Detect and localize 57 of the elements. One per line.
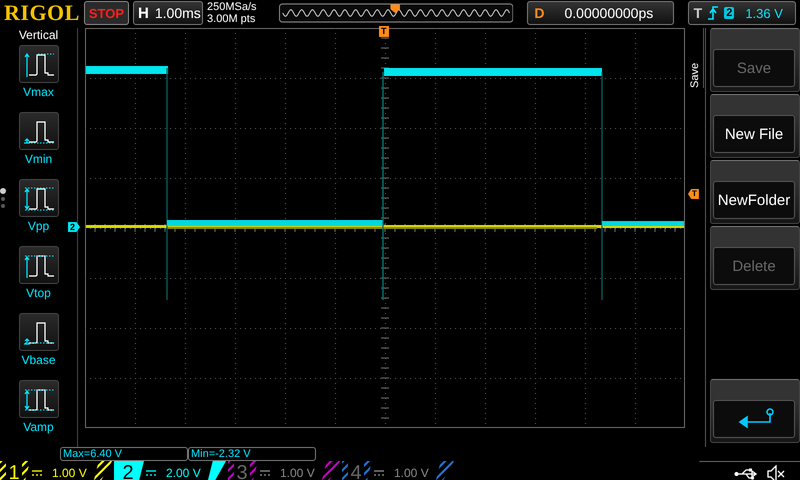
delay-label: D [534, 5, 544, 21]
page-indicator-dot[interactable] [1, 197, 5, 201]
speaker-muted-icon [766, 464, 786, 480]
measurement-readout: Max=6.40 V [60, 447, 188, 461]
measurement-button[interactable] [18, 179, 58, 217]
channel-tab[interactable]: 4 1.00 V [342, 461, 454, 480]
back-button[interactable] [713, 400, 795, 438]
dc-coupling-icon [32, 469, 42, 477]
menu-title: Save [689, 62, 701, 88]
channel-number: 3 [234, 461, 250, 480]
measurement-button[interactable] [18, 112, 58, 150]
trigger-level: 1.36 V [745, 6, 783, 20]
channel-offset-marker[interactable]: 2 [68, 222, 80, 232]
softkey-button[interactable]: New File [713, 115, 795, 153]
timebase-label: H [138, 4, 149, 22]
dc-coupling-icon [260, 469, 270, 477]
softkey-button[interactable]: NewFolder [713, 181, 795, 219]
page-indicator-dot[interactable] [0, 188, 6, 194]
measurement-button[interactable] [18, 313, 58, 351]
measurement-label: Vbase [21, 353, 56, 367]
channel-scale: 1.00 V [394, 466, 429, 480]
channel-tab[interactable]: 3 1.00 V [228, 461, 340, 480]
channel-number: 2 [121, 461, 135, 480]
measurement-button[interactable] [18, 246, 58, 284]
timebase-panel[interactable]: H 1.00ms [133, 1, 204, 25]
timebase-value: 1.00ms [154, 5, 201, 21]
measurement-label: Vpp [28, 219, 50, 233]
measurement-button[interactable] [18, 45, 58, 83]
channel-scale: 1.00 V [280, 466, 315, 480]
trigger-position-marker[interactable]: T [379, 26, 388, 37]
measurement-label: Vamp [23, 420, 54, 434]
menu-title: Vertical [18, 28, 58, 42]
channel-tab[interactable]: 1 1.00 V [0, 461, 112, 480]
page-indicator-dot[interactable] [1, 204, 5, 208]
dc-coupling-icon [146, 469, 156, 477]
measurement-label: Vmax [23, 85, 54, 99]
delay-panel[interactable]: D 0.00000000ps [527, 1, 674, 25]
trigger-panel[interactable]: T 2 1.36 V [688, 1, 796, 25]
trigger-label: T [694, 5, 702, 21]
rising-edge-icon [707, 5, 720, 21]
brand-logo: RIGOL [4, 0, 80, 26]
run-stop-button[interactable]: STOP [84, 1, 130, 25]
channel-scale: 2.00 V [166, 466, 201, 480]
channel-tab[interactable]: 2 2.00 V [114, 461, 226, 480]
trigger-level-marker[interactable]: T [688, 189, 699, 199]
measurement-label: Vmin [24, 152, 52, 166]
delay-value: 0.00000000ps [564, 5, 654, 21]
channel-number: 1 [6, 461, 22, 480]
trigger-source: 2 [724, 7, 734, 19]
sample-rate: 250MSa/s [207, 1, 258, 13]
measurement-label: Vtop [26, 286, 51, 300]
measurement-button[interactable] [18, 380, 58, 418]
channel-scale: 1.00 V [52, 466, 87, 480]
dc-coupling-icon [374, 469, 384, 477]
memory-depth: 3.00M pts [207, 13, 256, 25]
measurement-readout: Min=-2.32 V [188, 447, 316, 461]
channel-number: 4 [348, 461, 364, 480]
